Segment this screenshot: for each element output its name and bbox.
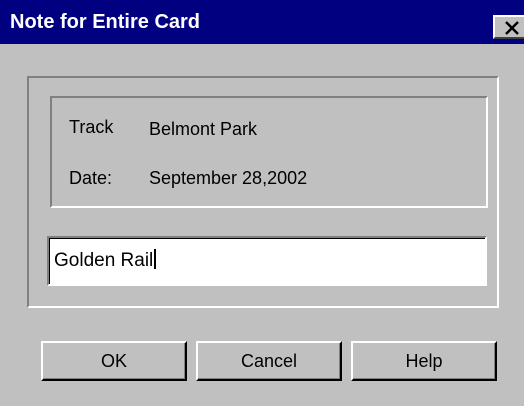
- dialog-title: Note for Entire Card: [10, 11, 201, 33]
- track-label: Track: [69, 117, 114, 137]
- title-bar[interactable]: Note for Entire Card: [0, 0, 524, 44]
- date-label: Date:: [69, 168, 113, 188]
- ok-button[interactable]: OK: [41, 341, 187, 381]
- close-button[interactable]: [493, 15, 524, 39]
- card-info-panel: [50, 96, 488, 208]
- note-input-value: Golden Rail: [54, 249, 157, 272]
- cancel-button[interactable]: Cancel: [196, 341, 342, 381]
- note-input-text: Golden Rail: [54, 250, 154, 271]
- text-caret: [154, 249, 157, 269]
- close-icon: [505, 21, 519, 35]
- note-input[interactable]: Golden Rail: [47, 236, 487, 286]
- date-value: September 28,2002: [149, 168, 308, 188]
- track-value: Belmont Park: [149, 119, 258, 139]
- help-button[interactable]: Help: [351, 341, 497, 381]
- note-dialog: Note for Entire Card Track Belmont Park …: [0, 0, 524, 406]
